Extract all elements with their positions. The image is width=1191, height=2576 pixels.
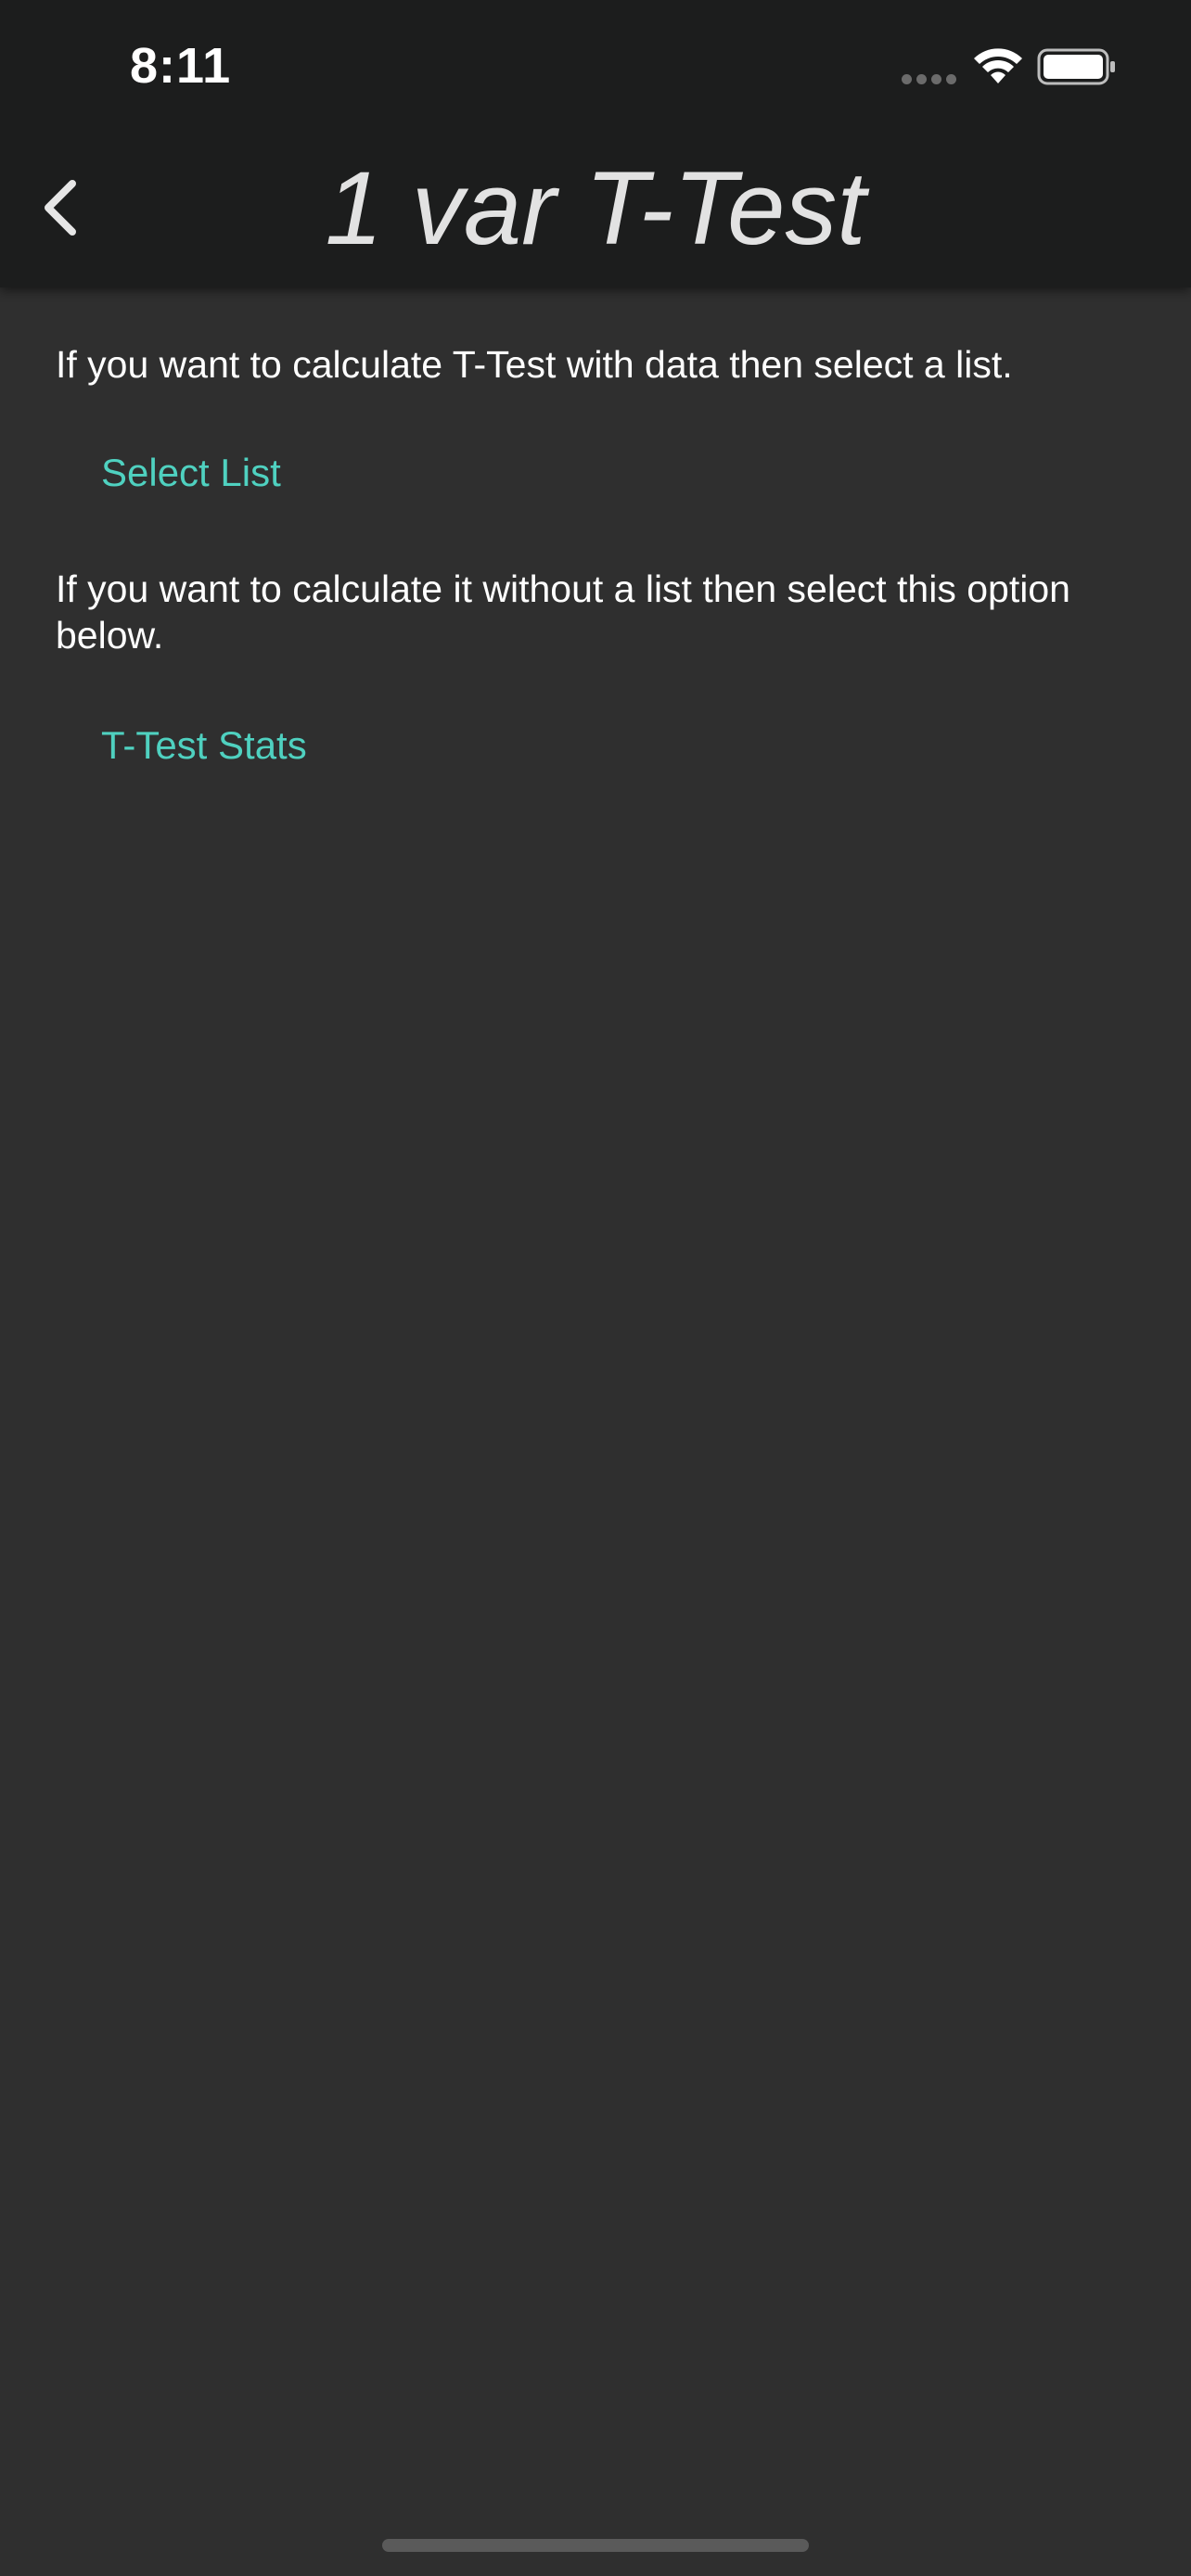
intro-text: If you want to calculate T-Test with dat… [56, 343, 1013, 386]
select-list-button[interactable]: Select List [101, 451, 281, 495]
top-bar: 8:11 1 var T-Test [0, 0, 1191, 287]
battery-icon [1037, 48, 1115, 85]
status-time: 8:11 [130, 38, 232, 94]
cellular-signal-icon [902, 74, 959, 84]
ttest-stats-button[interactable]: T-Test Stats [101, 723, 307, 768]
page-title: 1 var T-Test [325, 150, 866, 266]
screen: 8:11 1 var T-Test If you want to calcula… [0, 0, 1191, 2576]
wifi-icon [974, 48, 1022, 83]
alt-text: If you want to calculate it without a li… [56, 567, 1070, 657]
home-indicator[interactable] [382, 2539, 809, 2552]
